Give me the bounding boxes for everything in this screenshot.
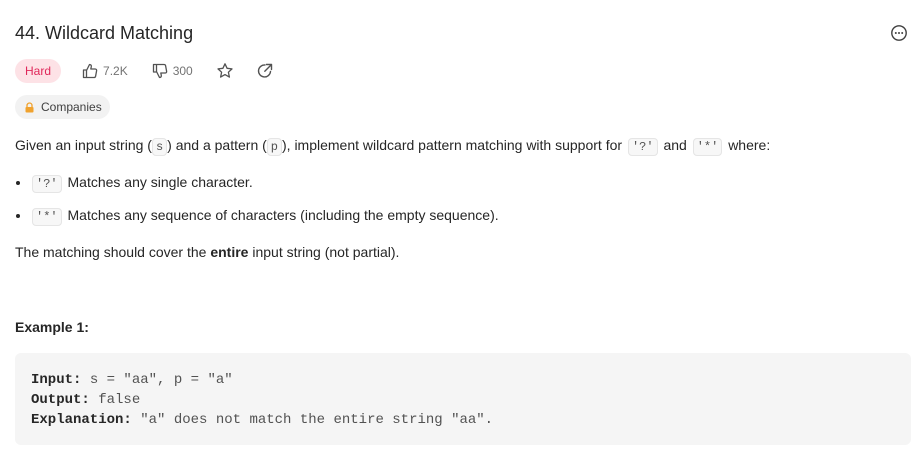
example-explanation-line: Explanation: "a" does not match the enti… xyxy=(31,410,895,430)
star-icon xyxy=(217,63,233,78)
bullet-code: '?' xyxy=(32,175,62,193)
favorite-button[interactable] xyxy=(216,62,234,80)
bullet-text: Matches any sequence of characters (incl… xyxy=(67,207,499,223)
title-row: 44. Wildcard Matching xyxy=(15,21,908,45)
example-code-block: Input: s = "aa", p = "a" Output: false E… xyxy=(15,353,911,445)
dislike-count: 300 xyxy=(172,64,193,78)
code-question: '?' xyxy=(627,138,658,156)
coverage-text-1: The matching should cover the xyxy=(15,244,211,260)
code-star: '*' xyxy=(692,138,723,156)
intro-text-3: ), implement wildcard pattern matching w… xyxy=(282,137,623,153)
input-value: s = "aa", p = "a" xyxy=(81,372,233,388)
lock-icon xyxy=(25,101,34,112)
code-s: s xyxy=(151,138,168,156)
list-item: '?' Matches any single character. xyxy=(15,172,253,194)
coverage-bold: entire xyxy=(210,244,249,260)
problem-title[interactable]: 44. Wildcard Matching xyxy=(15,23,193,43)
like-button[interactable]: 7.2K xyxy=(82,63,128,79)
output-label: Output: xyxy=(31,392,90,408)
dislike-button[interactable]: 300 xyxy=(152,63,193,79)
bullet-dot xyxy=(16,214,20,219)
companies-tag[interactable]: Companies xyxy=(15,95,110,119)
code-p: p xyxy=(266,138,282,156)
more-options-icon[interactable] xyxy=(890,24,908,42)
output-value: false xyxy=(89,392,141,408)
share-button[interactable] xyxy=(256,62,274,80)
intro-text-1: Given an input string ( xyxy=(15,137,152,153)
coverage-text-2: input string (not partial). xyxy=(248,244,400,260)
difficulty-badge: Hard xyxy=(15,59,62,83)
description-coverage: The matching should cover the entire inp… xyxy=(15,242,399,262)
list-item: '*' Matches any sequence of characters (… xyxy=(15,205,499,227)
bullet-dot xyxy=(16,181,20,186)
bullet-text: Matches any single character. xyxy=(67,174,253,190)
description-intro: Given an input string (s) and a pattern … xyxy=(15,135,770,157)
meta-row: Hard 7.2K 300 xyxy=(15,59,274,83)
example-input-line: Input: s = "aa", p = "a" xyxy=(31,370,895,390)
bullet-code: '*' xyxy=(32,208,62,226)
intro-text-2: ) and a pattern ( xyxy=(167,137,267,153)
example-title: Example 1: xyxy=(15,319,89,335)
like-count: 7.2K xyxy=(103,64,128,78)
thumbs-up-icon xyxy=(82,63,98,79)
companies-label: Companies xyxy=(41,100,102,114)
explanation-value: "a" does not match the entire string "aa… xyxy=(131,412,494,428)
intro-text-4: and xyxy=(663,137,687,153)
input-label: Input: xyxy=(31,372,82,388)
example-output-line: Output: false xyxy=(31,390,895,410)
explanation-label: Explanation: xyxy=(31,412,132,428)
share-icon xyxy=(257,63,272,78)
thumbs-down-icon xyxy=(152,63,167,79)
intro-text-5: where: xyxy=(728,137,771,153)
